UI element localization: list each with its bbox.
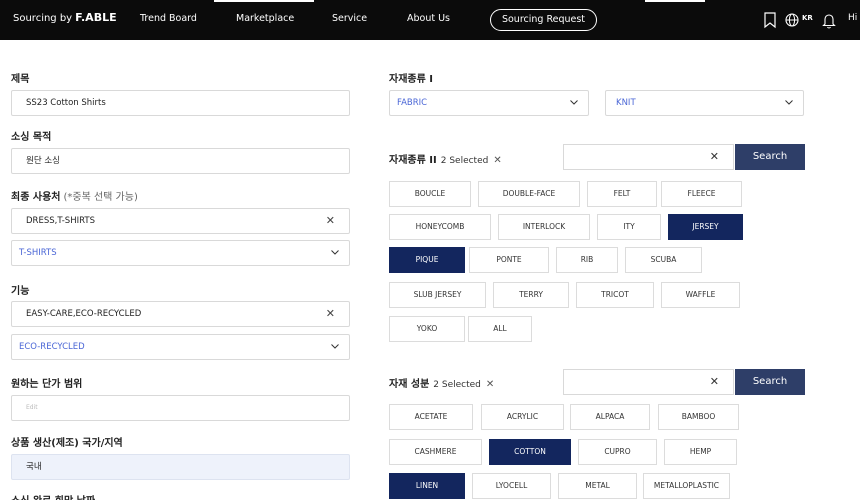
composition-search-button[interactable]: Search [735, 369, 805, 395]
top-nav: Sourcing by F.ABLE Trend Board Marketplac… [0, 0, 860, 40]
country-field[interactable]: 국내 [11, 454, 350, 480]
chip-fleece[interactable]: FLEECE [661, 181, 742, 207]
chip-alpaca[interactable]: ALPACA [570, 404, 650, 430]
bell-icon[interactable] [821, 11, 837, 29]
chip-linen[interactable]: LINEN [389, 473, 465, 499]
language-code[interactable]: KR [802, 14, 813, 22]
chip-terry[interactable]: TERRY [493, 282, 569, 308]
material-type2-label: 자재종류 II 2 Selected ✕ [389, 151, 502, 166]
user-greeting[interactable]: Hi [848, 13, 857, 23]
chip-pique[interactable]: PIQUE [389, 247, 465, 273]
sourcing-request-button[interactable]: Sourcing Request [490, 9, 597, 31]
clear-icon[interactable]: ✕ [710, 150, 719, 163]
deadline-label: 소싱 완료 희망 날짜 [11, 492, 95, 500]
chip-ity[interactable]: ITY [597, 214, 661, 240]
material-type2-search-button[interactable]: Search [735, 144, 805, 170]
chip-felt[interactable]: FELT [587, 181, 657, 207]
end-user-field[interactable]: DRESS,T-SHIRTS ✕ [11, 208, 350, 234]
chip-waffle[interactable]: WAFFLE [661, 282, 740, 308]
nav-accent-line [645, 0, 705, 2]
nav-service[interactable]: Service [332, 13, 367, 24]
nav-accent-line [214, 0, 314, 2]
chip-scuba[interactable]: SCUBA [625, 247, 702, 273]
clear-selection-icon[interactable]: ✕ [486, 379, 494, 390]
composition-label: 자재 성분 2 Selected ✕ [389, 375, 494, 390]
price-range-label: 원하는 단가 범위 [11, 379, 83, 390]
purpose-field[interactable]: 원단 소싱 [11, 148, 350, 174]
country-label: 상품 생산(제조) 국가/지역 [11, 438, 123, 449]
composition-selected-count: 2 Selected [433, 380, 481, 390]
composition-search-input[interactable]: ✕ [563, 369, 734, 395]
nav-trend-board[interactable]: Trend Board [140, 13, 197, 24]
clear-icon[interactable]: ✕ [710, 375, 719, 388]
chip-cashmere[interactable]: CASHMERE [389, 439, 482, 465]
chip-rib[interactable]: RIB [556, 247, 618, 273]
chip-hemp[interactable]: HEMP [664, 439, 737, 465]
end-user-value: DRESS,T-SHIRTS [26, 216, 95, 226]
material-subtype-select[interactable]: KNIT [605, 90, 804, 116]
chip-yoko[interactable]: YOKO [389, 316, 465, 342]
chip-bamboo[interactable]: BAMBOO [658, 404, 739, 430]
clear-icon[interactable]: ✕ [326, 209, 335, 233]
end-user-label: 최종 사용처 (*중복 선택 가능) [11, 188, 138, 203]
chip-cupro[interactable]: CUPRO [578, 439, 657, 465]
end-user-select-value: T-SHIRTS [19, 248, 57, 258]
chip-acrylic[interactable]: ACRYLIC [481, 404, 564, 430]
material-type1-value: FABRIC [397, 98, 428, 108]
nav-about-us[interactable]: About Us [407, 13, 450, 24]
material-type2-label-text: 자재종류 II [389, 155, 437, 166]
chevron-down-icon [331, 344, 339, 349]
function-field[interactable]: EASY-CARE,ECO-RECYCLED ✕ [11, 301, 350, 327]
function-value: EASY-CARE,ECO-RECYCLED [26, 309, 142, 319]
chip-metalloplastic[interactable]: METALLOPLASTIC [643, 473, 730, 499]
clear-icon[interactable]: ✕ [326, 302, 335, 326]
chip-honeycomb[interactable]: HONEYCOMB [389, 214, 491, 240]
material-type1-label: 자재종류 I [389, 74, 434, 85]
chevron-down-icon [570, 100, 578, 105]
title-field[interactable]: SS23 Cotton Shirts [11, 90, 350, 116]
end-user-label-text: 최종 사용처 [11, 192, 61, 203]
chip-interlock[interactable]: INTERLOCK [498, 214, 590, 240]
material-type2-search-input[interactable]: ✕ [563, 144, 734, 170]
brand-prefix: Sourcing by [13, 13, 73, 24]
chip-boucle[interactable]: BOUCLE [389, 181, 471, 207]
purpose-label: 소싱 목적 [11, 132, 52, 143]
chip-all[interactable]: ALL [468, 316, 532, 342]
function-select[interactable]: ECO-RECYCLED [11, 334, 350, 360]
material-subtype-value: KNIT [616, 98, 636, 108]
end-user-note: (*중복 선택 가능) [63, 192, 138, 203]
material-type2-selected-count: 2 Selected [440, 156, 489, 166]
brand-logo[interactable]: Sourcing by F.ABLE [13, 11, 117, 24]
chevron-down-icon [331, 250, 339, 255]
chip-jersey[interactable]: JERSEY [668, 214, 743, 240]
chip-slub-jersey[interactable]: SLUB JERSEY [389, 282, 486, 308]
function-label: 기능 [11, 286, 30, 297]
nav-marketplace[interactable]: Marketplace [236, 13, 294, 24]
chip-metal[interactable]: METAL [558, 473, 637, 499]
chip-cotton[interactable]: COTTON [489, 439, 571, 465]
chip-acetate[interactable]: ACETATE [389, 404, 473, 430]
chip-tricot[interactable]: TRICOT [576, 282, 654, 308]
material-type1-select[interactable]: FABRIC [389, 90, 589, 116]
price-range-field[interactable]: Edit [11, 395, 350, 421]
title-label: 제목 [11, 74, 30, 85]
chip-ponte[interactable]: PONTE [469, 247, 549, 273]
bookmark-icon[interactable] [762, 11, 778, 29]
clear-selection-icon[interactable]: ✕ [493, 155, 501, 166]
function-select-value: ECO-RECYCLED [19, 342, 85, 352]
end-user-select[interactable]: T-SHIRTS [11, 240, 350, 266]
brand-name: F.ABLE [75, 11, 117, 24]
chevron-down-icon [785, 100, 793, 105]
chip-lyocell[interactable]: LYOCELL [472, 473, 551, 499]
composition-label-text: 자재 성분 [389, 379, 430, 390]
chip-double-face[interactable]: DOUBLE-FACE [478, 181, 580, 207]
globe-icon[interactable] [784, 11, 800, 29]
